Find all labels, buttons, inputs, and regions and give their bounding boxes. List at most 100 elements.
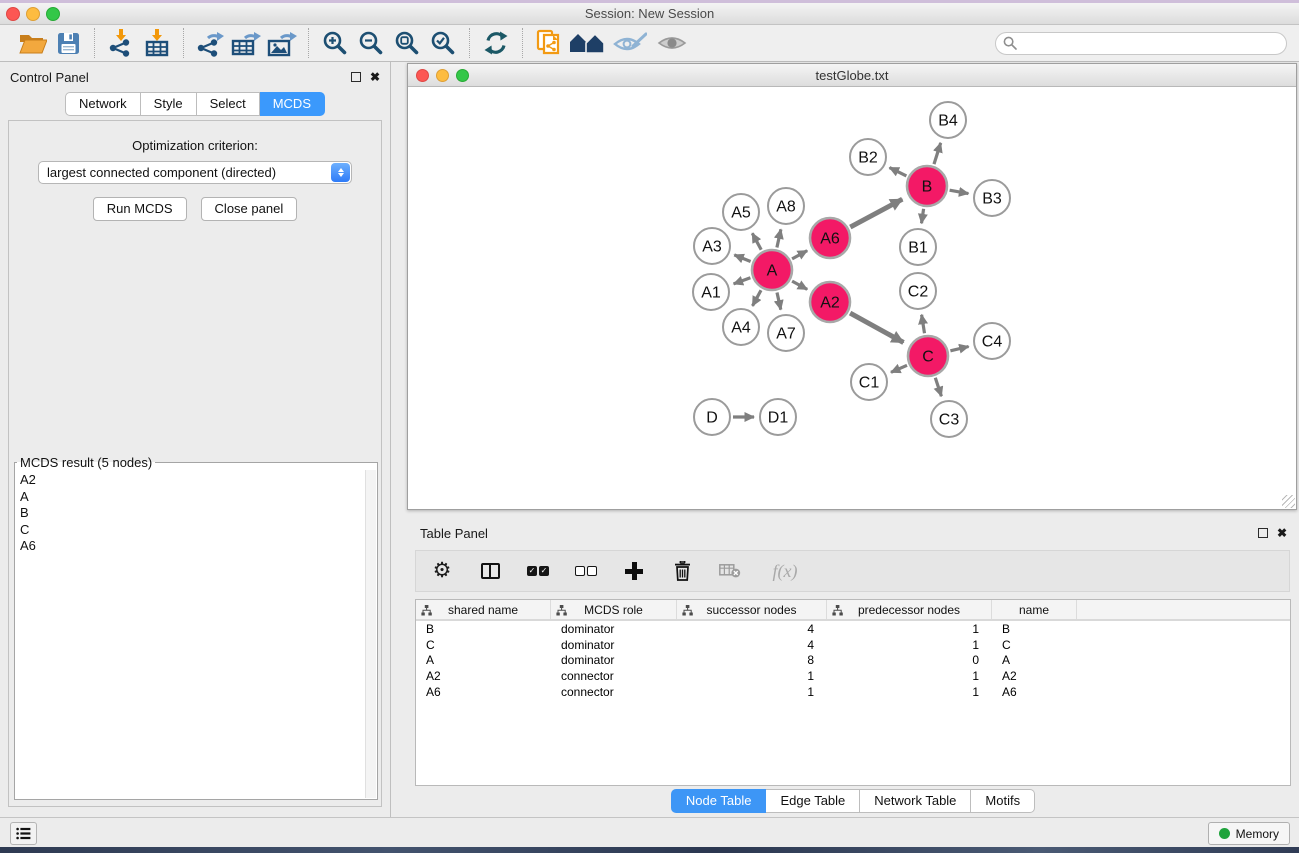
network-minimize-button[interactable]: [436, 69, 449, 82]
node-B1[interactable]: B1: [900, 229, 936, 265]
edge-A-A5[interactable]: [752, 233, 761, 250]
edge-A2-C[interactable]: [850, 313, 903, 342]
node-C4[interactable]: C4: [974, 323, 1010, 359]
mcds-result-item[interactable]: A: [20, 489, 365, 506]
node-D[interactable]: D: [694, 399, 730, 435]
network-zoom-button[interactable]: [456, 69, 469, 82]
tab-node-table[interactable]: Node Table: [671, 789, 767, 813]
edge-C-C3[interactable]: [935, 378, 941, 396]
home-view-icon[interactable]: [567, 27, 609, 59]
node-A6[interactable]: A6: [810, 218, 850, 258]
tab-network[interactable]: Network: [65, 92, 141, 116]
close-panel-icon[interactable]: ✖: [370, 72, 380, 82]
tab-style[interactable]: Style: [141, 92, 197, 116]
mcds-result-item[interactable]: B: [20, 505, 365, 522]
table-row[interactable]: Cdominator41C: [416, 637, 1290, 653]
node-B4[interactable]: B4: [930, 102, 966, 138]
tab-mcds[interactable]: MCDS: [260, 92, 325, 116]
mcds-result-item[interactable]: C: [20, 522, 365, 539]
node-C2[interactable]: C2: [900, 273, 936, 309]
network-canvas[interactable]: B4B2B3A8A5A3B1A1C2A4A7C4C1C3DD1BA6AA2C: [408, 87, 1296, 509]
gear-icon[interactable]: ⚙: [430, 558, 454, 584]
node-A[interactable]: A: [752, 250, 792, 290]
table-row[interactable]: A2connector11A2: [416, 668, 1290, 684]
float-panel-icon[interactable]: [351, 72, 361, 82]
hide-panel-eye-icon[interactable]: [609, 27, 651, 59]
save-session-icon[interactable]: [50, 27, 86, 59]
zoom-window-button[interactable]: [46, 7, 60, 21]
zoom-out-icon[interactable]: [353, 27, 389, 59]
node-A3[interactable]: A3: [694, 228, 730, 264]
edge-A-A8[interactable]: [777, 229, 781, 247]
column-header-name[interactable]: name: [992, 600, 1077, 619]
export-network-icon[interactable]: [192, 27, 228, 59]
edge-B-B2[interactable]: [890, 168, 907, 176]
deselect-all-checkboxes-icon[interactable]: [574, 558, 598, 584]
edge-A6-B[interactable]: [850, 199, 902, 227]
column-layout-icon[interactable]: [478, 558, 502, 584]
table-row[interactable]: Bdominator41B: [416, 621, 1290, 637]
column-header-successor-nodes[interactable]: successor nodes: [677, 600, 827, 619]
edge-A-A3[interactable]: [734, 255, 750, 262]
network-close-button[interactable]: [416, 69, 429, 82]
node-B3[interactable]: B3: [974, 180, 1010, 216]
run-mcds-button[interactable]: Run MCDS: [93, 197, 187, 221]
edge-A-A1[interactable]: [734, 278, 751, 284]
edge-A-A7[interactable]: [777, 293, 781, 310]
edge-A-A6[interactable]: [792, 251, 807, 259]
import-network-icon[interactable]: [103, 27, 139, 59]
duplicate-network-icon[interactable]: [531, 27, 567, 59]
node-A5[interactable]: A5: [723, 194, 759, 230]
result-scrollbar[interactable]: [365, 470, 376, 798]
edge-B-B4[interactable]: [934, 143, 941, 164]
minimize-window-button[interactable]: [26, 7, 40, 21]
node-A2[interactable]: A2: [810, 282, 850, 322]
optimization-criterion-select[interactable]: largest connected component (directed): [38, 161, 352, 184]
select-all-checkboxes-icon[interactable]: ✓✓: [526, 558, 550, 584]
edge-C-C2[interactable]: [922, 315, 925, 334]
float-table-panel-icon[interactable]: [1258, 528, 1268, 538]
node-B2[interactable]: B2: [850, 139, 886, 175]
add-column-icon[interactable]: [622, 558, 646, 584]
task-history-button[interactable]: [10, 822, 37, 845]
node-A8[interactable]: A8: [768, 188, 804, 224]
node-B[interactable]: B: [907, 166, 947, 206]
delete-column-trash-icon[interactable]: [670, 558, 694, 584]
search-input[interactable]: [995, 32, 1287, 55]
tab-select[interactable]: Select: [197, 92, 260, 116]
refresh-layout-icon[interactable]: [478, 27, 514, 59]
column-header-MCDS-role[interactable]: MCDS role: [551, 600, 677, 619]
node-A7[interactable]: A7: [768, 315, 804, 351]
table-row[interactable]: A6connector11A6: [416, 684, 1290, 700]
edge-A-A2[interactable]: [792, 281, 807, 289]
zoom-fit-icon[interactable]: [389, 27, 425, 59]
tab-motifs[interactable]: Motifs: [971, 789, 1035, 813]
mcds-result-item[interactable]: A6: [20, 538, 365, 555]
node-A4[interactable]: A4: [723, 309, 759, 345]
tab-edge-table[interactable]: Edge Table: [766, 789, 860, 813]
memory-button[interactable]: Memory: [1208, 822, 1290, 845]
node-D1[interactable]: D1: [760, 399, 796, 435]
network-window-titlebar[interactable]: testGlobe.txt: [408, 64, 1296, 87]
edge-B-B3[interactable]: [950, 190, 969, 193]
node-C3[interactable]: C3: [931, 401, 967, 437]
node-A1[interactable]: A1: [693, 274, 729, 310]
edge-A-A4[interactable]: [753, 290, 762, 306]
export-table-icon[interactable]: [228, 27, 264, 59]
tab-network-table[interactable]: Network Table: [860, 789, 971, 813]
table-row[interactable]: Adominator80A: [416, 653, 1290, 669]
window-resize-grip[interactable]: [1282, 495, 1295, 508]
edge-C-C4[interactable]: [950, 347, 968, 351]
mcds-result-list[interactable]: A2ABCA6: [16, 470, 365, 798]
edge-C-C1[interactable]: [891, 365, 907, 372]
edge-B-B1[interactable]: [922, 209, 924, 224]
open-session-icon[interactable]: [14, 27, 50, 59]
zoom-in-icon[interactable]: [317, 27, 353, 59]
mcds-result-item[interactable]: A2: [20, 472, 365, 489]
close-panel-button[interactable]: Close panel: [201, 197, 298, 221]
close-window-button[interactable]: [6, 7, 20, 21]
column-header-predecessor-nodes[interactable]: predecessor nodes: [827, 600, 992, 619]
column-header-shared-name[interactable]: shared name: [416, 600, 551, 619]
node-C[interactable]: C: [908, 336, 948, 376]
import-table-icon[interactable]: [139, 27, 175, 59]
